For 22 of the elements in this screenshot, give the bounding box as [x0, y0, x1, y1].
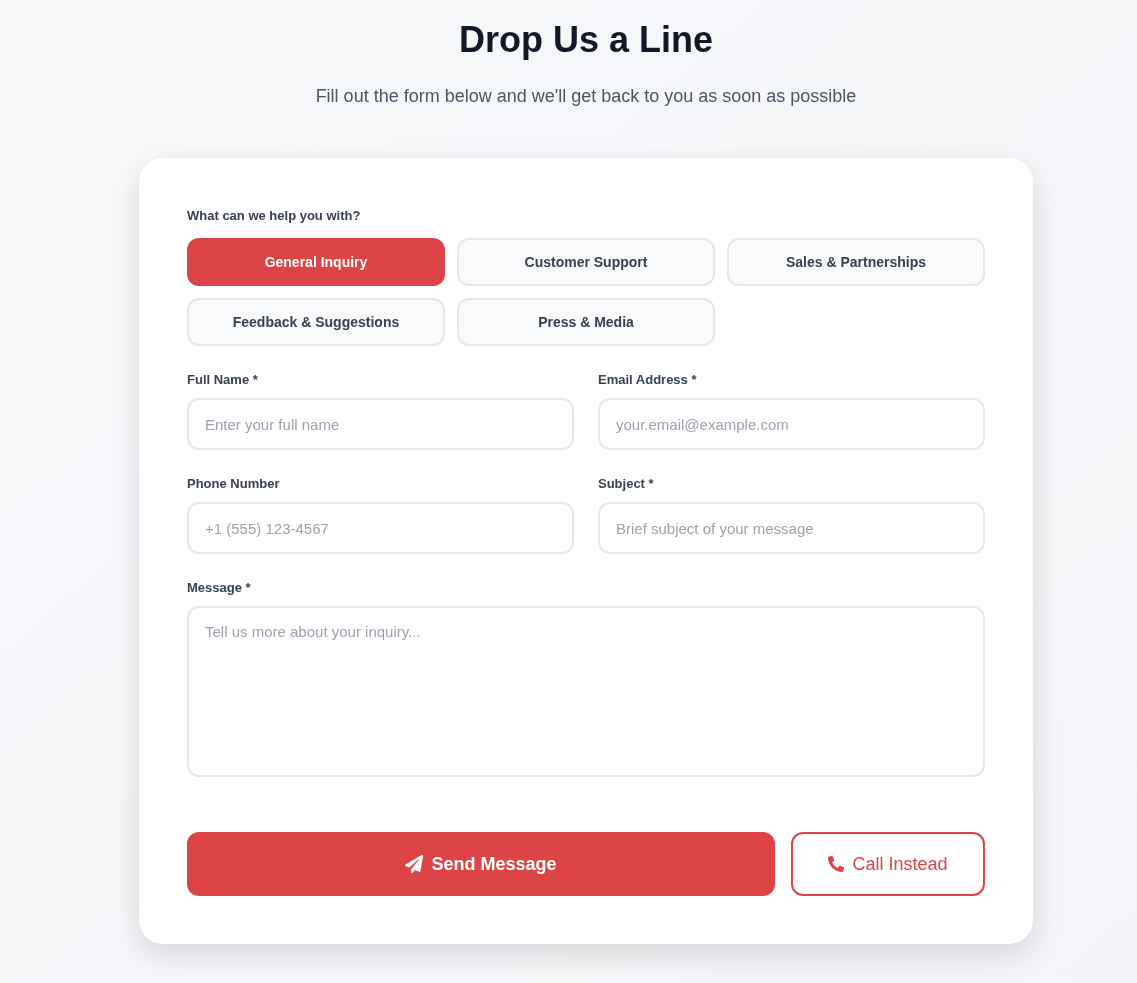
message-field[interactable]: Tell us more about your inquiry... [187, 606, 985, 777]
topic-button[interactable]: Press & Media [457, 298, 715, 346]
input-field[interactable]: +1 (555) 123-4567 [187, 502, 574, 554]
field-label: Subject * [598, 475, 655, 493]
field-label: Email Address * [598, 371, 698, 389]
input-field[interactable]: Enter your full name [187, 398, 574, 450]
field-label: Phone Number [187, 475, 281, 493]
page-subtitle: Fill out the form below and we'll get back to you as soon as possible [315, 85, 857, 108]
topic-button[interactable]: General Inquiry [187, 238, 445, 286]
topic-button[interactable]: Customer Support [457, 238, 715, 286]
topic-button[interactable]: Feedback & Suggestions [187, 298, 445, 346]
page-title: Drop Us a Line [458, 20, 713, 60]
input-field[interactable]: Brief subject of your message [598, 502, 985, 554]
input-field[interactable]: your.email@example.com [598, 398, 985, 450]
topic-button[interactable]: Sales & Partnerships [727, 238, 985, 286]
field-label: Message * [187, 579, 252, 597]
topic-label: What can we help you with? [187, 207, 362, 225]
call-button[interactable]: Call Instead [791, 832, 985, 896]
field-label: Full Name * [187, 371, 259, 389]
phone-icon [828, 856, 845, 872]
send-icon [405, 855, 424, 873]
send-button[interactable]: Send Message [187, 832, 775, 896]
